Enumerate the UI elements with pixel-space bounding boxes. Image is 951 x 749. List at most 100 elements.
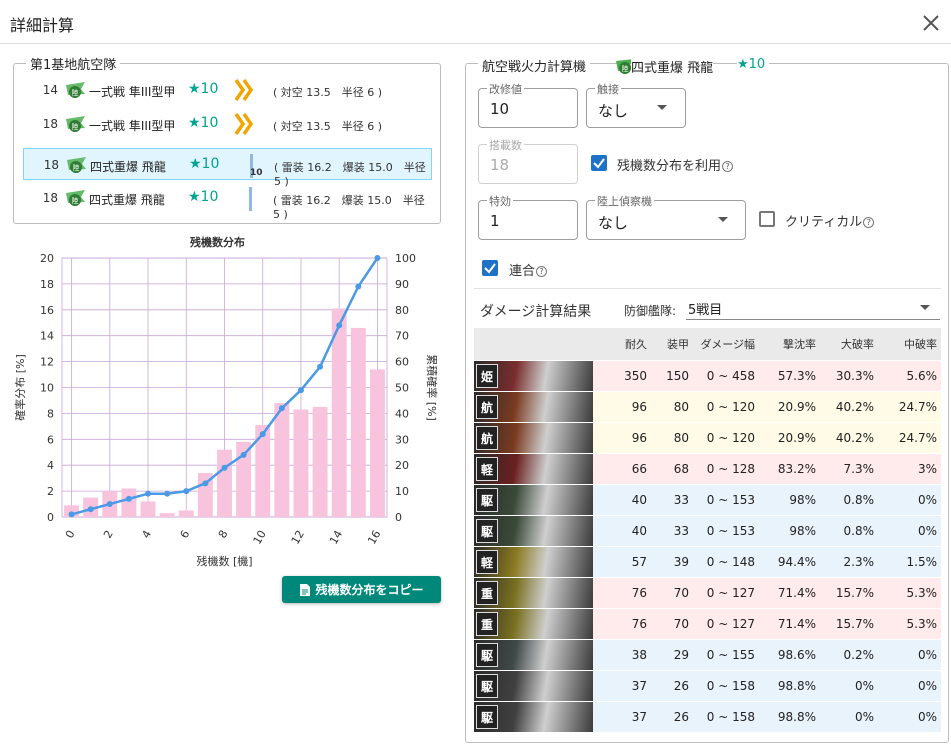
ship-type-badge: 軽 [476, 456, 498, 481]
ship-cell: 駆 [474, 514, 593, 546]
mid-rate-cell: 5.3% [878, 576, 941, 608]
table-row: 駆 38 29 0 ~ 155 98.6% 0.2% 0% [474, 638, 941, 670]
use-distribution-checkbox[interactable] [591, 155, 607, 171]
document-icon [300, 583, 311, 596]
bar [312, 406, 328, 517]
ship-image: 駆 [474, 515, 593, 546]
sink-rate-cell: 98% [759, 483, 820, 515]
land-plane-icon: 陸 [66, 82, 85, 98]
sink-rate-cell: 71.4% [759, 607, 820, 639]
air-base-slot[interactable]: 14 陸 一式戦 隼III型甲 ★10 ( 対空 13.5 半径 6 ) [23, 74, 432, 106]
ship-type-badge: 重 [476, 580, 498, 605]
chevron-down-icon [657, 105, 667, 110]
proficiency-bar-icon [249, 187, 252, 211]
y2-tick-label: 30 [395, 433, 409, 446]
plane-name: 四式重爆 飛龍 [90, 160, 166, 174]
combined-checkbox[interactable] [482, 260, 498, 276]
chevron-down-icon [920, 305, 930, 310]
header-heavy-rate: 大破率 [820, 328, 878, 360]
heavy-rate-cell: 40.2% [820, 421, 878, 453]
ship-type-badge: 駆 [476, 642, 498, 667]
air-base-slot[interactable]: 18 陸 一式戦 隼III型甲 ★10 ( 対空 13.5 半径 6 ) [23, 108, 432, 140]
land-plane-icon: 陸 [66, 190, 85, 206]
table-row: 駆 37 26 0 ~ 158 98.8% 0% 0% [474, 700, 941, 732]
bar [293, 409, 309, 517]
armor-cell: 70 [651, 607, 693, 639]
close-icon[interactable] [920, 12, 942, 34]
y2-tick-label: 60 [395, 356, 409, 369]
copy-distribution-button[interactable]: 残機数分布をコピー [282, 576, 441, 603]
mid-rate-cell: 24.7% [878, 421, 941, 453]
recon-select[interactable]: 陸上偵察機 なし [586, 193, 746, 240]
recon-value: なし [598, 214, 629, 232]
table-row: 重 76 70 0 ~ 127 71.4% 15.7% 5.3% [474, 576, 941, 608]
header-sink-rate: 撃沈率 [759, 328, 820, 360]
armor-cell: 80 [651, 390, 693, 422]
hp-cell: 96 [593, 421, 651, 453]
kaishu-field[interactable]: 改修値 10 [478, 81, 578, 128]
table-row: 軽 57 39 0 ~ 148 94.4% 2.3% 1.5% [474, 545, 941, 577]
bar [369, 369, 385, 517]
armor-cell: 33 [651, 483, 693, 515]
y-tick-label: 4 [47, 459, 54, 472]
damage-results-table: 耐久 装甲 ダメージ幅 撃沈率 大破率 中破率 姫 350 150 0 ~ 45… [474, 328, 941, 732]
y-tick-label: 6 [47, 433, 54, 446]
hp-cell: 350 [593, 359, 651, 391]
kaishu-label: 改修値 [487, 81, 524, 97]
calculator-legend: 航空戦火力計算機 [478, 56, 591, 75]
slot-count-label: 搭載数 [487, 137, 524, 153]
defense-fleet-select[interactable]: 5戦目 [686, 296, 940, 320]
heavy-rate-cell: 30.3% [820, 359, 878, 391]
x-tick-label: 10 [251, 528, 269, 547]
help-icon[interactable]: ? [536, 266, 548, 277]
sink-rate-cell: 57.3% [759, 359, 820, 391]
y-tick-label: 2 [47, 485, 54, 498]
slot-count: 18 [42, 191, 58, 205]
combined-label: 連合? [509, 260, 548, 279]
use-distribution-label: 残機数分布を利用? [617, 155, 734, 174]
sink-rate-cell: 20.9% [759, 390, 820, 422]
y-tick-label: 18 [40, 278, 54, 291]
table-row: 姫 350 150 0 ~ 458 57.3% 30.3% 5.6% [474, 359, 941, 391]
x-tick-label: 14 [327, 528, 345, 547]
header-hp: 耐久 [593, 328, 651, 360]
armor-cell: 80 [651, 421, 693, 453]
header-armor: 装甲 [651, 328, 693, 360]
chevron-down-icon [718, 217, 728, 222]
y2-tick-label: 20 [395, 459, 409, 472]
hp-cell: 37 [593, 700, 651, 732]
damage-range-cell: 0 ~ 120 [693, 421, 759, 453]
cumulative-point [317, 363, 324, 370]
critical-checkbox[interactable] [759, 211, 775, 227]
air-base-slot[interactable]: 18 陸 四式重爆 飛龍 ★10 ( 雷装 16.2 爆装 15.0 半径 5 … [23, 182, 432, 221]
y2-tick-label: 50 [395, 382, 409, 395]
sink-rate-cell: 94.4% [759, 545, 820, 577]
special-field[interactable]: 特効 1 [478, 193, 578, 240]
y-tick-label: 14 [40, 330, 54, 343]
check-icon [484, 263, 496, 274]
slot-count: 18 [43, 158, 59, 172]
bar [178, 510, 194, 517]
mid-rate-cell: 0% [878, 483, 941, 515]
help-icon[interactable]: ? [863, 217, 875, 228]
y2-tick-label: 100 [395, 252, 416, 265]
hp-cell: 40 [593, 483, 651, 515]
air-base-slot[interactable]: 18 陸 四式重爆 飛龍 ★10 10 ( 雷装 16.2 爆装 15.0 半径… [23, 148, 432, 188]
cumulative-point [106, 501, 113, 508]
y-tick-label: 20 [40, 252, 54, 265]
ship-cell: 軽 [474, 545, 593, 577]
table-row: 航 96 80 0 ~ 120 20.9% 40.2% 24.7% [474, 421, 941, 453]
bar [331, 308, 347, 517]
land-plane-icon: 陸 [67, 157, 86, 173]
armor-cell: 70 [651, 576, 693, 608]
plane-stats: ( 対空 13.5 半径 6 ) [273, 120, 383, 133]
air-base-panel: 第1基地航空隊 14 陸 一式戦 隼III型甲 ★10 ( 対空 13.5 半径… [13, 54, 441, 224]
plane-name: 一式戦 隼III型甲 [89, 119, 176, 133]
damage-range-cell: 0 ~ 128 [693, 452, 759, 484]
sink-rate-cell: 98.6% [759, 638, 820, 670]
contact-select[interactable]: 触接 なし [586, 81, 686, 128]
cumulative-point [145, 490, 152, 497]
proficiency-chevron-icon [234, 78, 254, 102]
help-icon[interactable]: ? [722, 161, 734, 172]
mid-rate-cell: 0% [878, 638, 941, 670]
